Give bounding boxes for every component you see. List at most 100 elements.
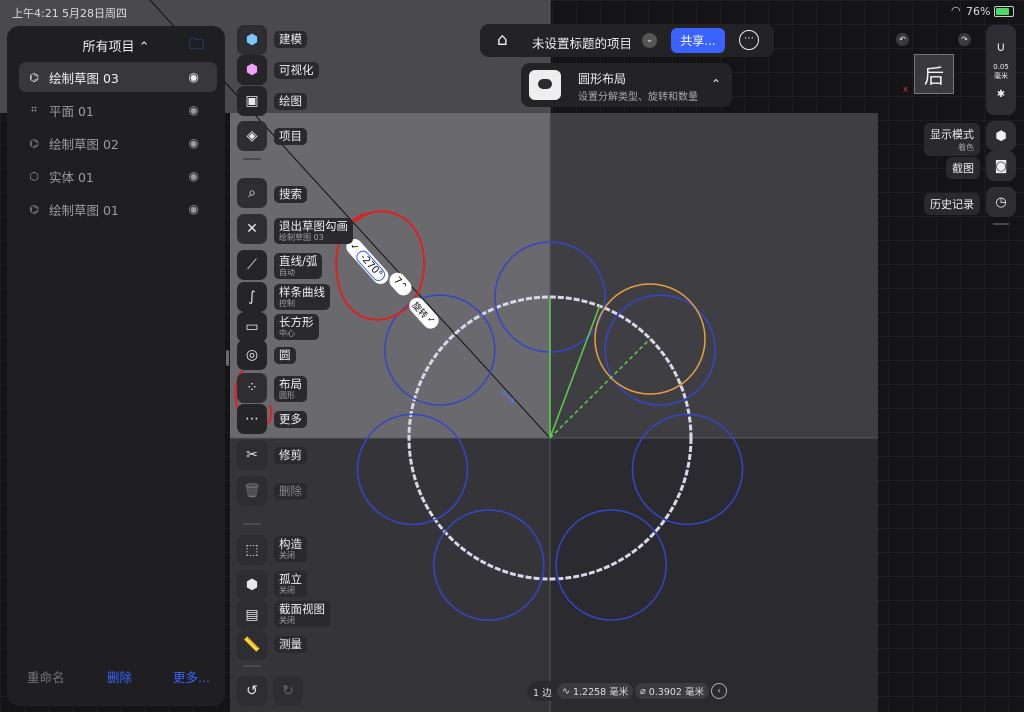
length-readout[interactable]: ∿ 1.2258 毫米 — [557, 683, 634, 699]
list-item[interactable]: ⌬ 绘制草图 03 ◉ — [19, 62, 217, 92]
list-item[interactable]: ⬡ 实体 01 ◉ — [19, 161, 217, 191]
construct-icon: ⬚ — [245, 542, 259, 558]
layers-icon: ◈ — [246, 128, 258, 144]
undo-button[interactable]: ↺ — [237, 676, 267, 706]
project-button[interactable]: ◈ — [237, 121, 267, 151]
search-icon: ⌕ — [248, 185, 256, 201]
chevron-up-icon[interactable]: ⌃ — [711, 77, 721, 91]
delete-tool-button[interactable]: 🗑 — [237, 476, 267, 506]
eye-icon[interactable]: ◉ — [189, 202, 199, 216]
selection-info-bar: 1 边 ∿ 1.2258 毫米 ⌀ 0.3902 毫米 ‹ — [527, 681, 728, 701]
line-arc-icon: ⟋ — [247, 257, 257, 273]
layout-preview-icon — [529, 70, 561, 100]
object-panel: 所有项目 ⌃ 🗀 ⌬ 绘制草图 03 ◉ ⌗ 平面 01 ◉ ⌬ 绘制草图 02… — [7, 26, 225, 706]
divider — [993, 223, 1009, 225]
circle-icon: ◎ — [245, 347, 259, 363]
shaded-cube-icon: ⬢ — [995, 128, 1007, 144]
spline-button[interactable]: ∫ — [237, 282, 267, 312]
modeling-button[interactable]: ⬢ — [237, 25, 267, 55]
construct-button[interactable]: ⬚ — [237, 535, 267, 565]
status-date: 5月28日周四 — [62, 7, 127, 20]
exit-sketch-label: 退出草图勾画 绘制草图 03 — [274, 218, 353, 244]
visualize-button[interactable]: ⬢ — [237, 55, 267, 85]
move-handle-icon[interactable]: ⤡ — [502, 387, 515, 406]
line-arc-button[interactable]: ⟋ — [237, 250, 267, 280]
close-icon: ✕ — [246, 221, 258, 237]
redo-button[interactable]: ↻ — [273, 676, 303, 706]
divider — [243, 665, 261, 667]
more-button[interactable]: 更多... — [173, 667, 210, 686]
more-options-icon[interactable]: ⋯ — [739, 30, 759, 50]
share-button[interactable]: 共享... — [671, 28, 725, 53]
view-cube[interactable]: 后 — [914, 54, 954, 94]
section-view-button[interactable]: ▤ — [237, 600, 267, 630]
rectangle-button[interactable]: ▭ — [237, 312, 267, 342]
wifi-icon: ◠ — [951, 4, 961, 17]
modeling-label: 建模 — [274, 31, 307, 48]
history-button[interactable]: ◷ — [986, 187, 1016, 217]
chevron-down-icon[interactable]: ⌄ — [642, 33, 657, 48]
more-tools-label: 更多 — [274, 411, 307, 428]
rotate-right-icon[interactable]: ↷ — [958, 33, 971, 46]
more-tools-button[interactable]: ⋯ — [237, 404, 267, 434]
measure-button[interactable]: 📏 — [237, 630, 267, 660]
status-time: 上午4:21 — [12, 7, 59, 20]
project-header: ⌂ 未设置标题的项目 ⌄ 共享... ⋯ — [480, 24, 774, 57]
drawing-icon: ▣ — [245, 93, 259, 109]
curve-icon: ∿ — [562, 685, 570, 697]
trash-icon: 🗑 — [243, 483, 261, 499]
screenshot-button[interactable]: ◙ — [986, 151, 1016, 181]
isolate-button[interactable]: ⬢ — [237, 570, 267, 600]
display-mode-button[interactable]: ⬢ — [986, 121, 1016, 151]
rename-button[interactable]: 重命名 — [27, 667, 65, 686]
ellipsis-icon: ⋯ — [245, 411, 259, 427]
diameter-readout[interactable]: ⌀ 0.3902 毫米 — [635, 683, 709, 699]
layout-button[interactable]: ⁘ — [237, 373, 267, 403]
spline-label: 样条曲线 控制 — [274, 284, 330, 310]
snap-control[interactable]: ∪ 0.05 毫米 ✱ — [986, 25, 1016, 115]
rotate-left-icon[interactable]: ↶ — [896, 33, 909, 46]
plane-icon: ⌗ — [30, 103, 38, 116]
ruler-icon: 📏 — [243, 637, 261, 653]
delete-button[interactable]: 删除 — [107, 667, 132, 686]
new-folder-icon[interactable]: 🗀 — [189, 34, 204, 59]
panel-resize-handle[interactable] — [226, 350, 229, 366]
battery-icon — [994, 6, 1014, 17]
undo-icon: ↺ — [246, 683, 258, 699]
delete-tool-label: 删除 — [274, 483, 307, 500]
magnet-icon: ∪ — [996, 40, 1006, 55]
layout-label: 布局 圆形 — [274, 376, 307, 402]
rectangle-label: 长方形 中心 — [274, 314, 319, 340]
axis-x-label: X — [903, 86, 908, 94]
eye-icon[interactable]: ◉ — [189, 70, 199, 84]
redo-icon: ↻ — [282, 683, 294, 699]
spline-icon: ∫ — [248, 289, 256, 305]
status-bar: 上午4:21 5月28日周四 ◠ 76% — [0, 0, 1024, 22]
divider — [243, 523, 261, 525]
chevron-left-icon[interactable]: ‹ — [711, 683, 727, 699]
list-item[interactable]: ⌗ 平面 01 ◉ — [19, 95, 217, 125]
eye-icon[interactable]: ◉ — [189, 136, 199, 150]
drawing-button[interactable]: ▣ — [237, 86, 267, 116]
display-mode-label: 显示模式 着色 — [924, 123, 980, 156]
trim-button[interactable]: ✂ — [237, 440, 267, 470]
axes-icon: ✱ — [996, 89, 1006, 100]
camera-icon: ◙ — [994, 158, 1008, 174]
project-title[interactable]: 未设置标题的项目 — [532, 33, 632, 52]
project-label: 项目 — [274, 128, 307, 145]
eye-icon[interactable]: ◉ — [189, 169, 199, 183]
list-item[interactable]: ⌬ 绘制草图 01 ◉ — [19, 194, 217, 224]
drawing-label: 绘图 — [274, 93, 307, 110]
search-label: 搜索 — [274, 186, 307, 203]
rectangle-icon: ▭ — [245, 319, 259, 335]
list-item[interactable]: ⌬ 绘制草图 02 ◉ — [19, 128, 217, 158]
search-button[interactable]: ⌕ — [237, 178, 267, 208]
layout-icon: ⁘ — [246, 380, 258, 396]
visualize-label: 可视化 — [274, 62, 319, 79]
exit-sketch-button[interactable]: ✕ — [237, 214, 267, 244]
circle-button[interactable]: ◎ — [237, 340, 267, 370]
home-icon[interactable]: ⌂ — [497, 30, 508, 50]
eye-icon[interactable]: ◉ — [189, 103, 199, 117]
scissors-icon: ✂ — [246, 447, 258, 463]
history-label: 历史记录 — [924, 193, 980, 215]
